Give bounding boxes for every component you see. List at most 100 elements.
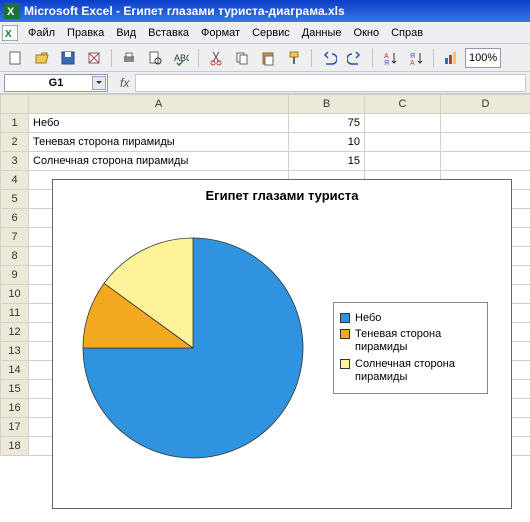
cell[interactable]: 75 [289, 114, 365, 133]
row-header[interactable]: 15 [1, 380, 29, 399]
titlebar: X Microsoft Excel - Египет глазами турис… [0, 0, 530, 22]
menu-help[interactable]: Справ [385, 25, 429, 41]
cell[interactable]: Солнечная сторона пирамиды [29, 152, 289, 171]
menu-window[interactable]: Окно [348, 25, 386, 41]
toolbar-separator [198, 49, 199, 67]
legend-item: Небо [340, 312, 481, 325]
svg-text:X: X [7, 6, 15, 18]
legend-label: Небо [355, 312, 381, 325]
pie-plot [53, 208, 333, 488]
legend-label: Солнечная сторона пирамиды [355, 358, 481, 384]
copy-icon[interactable] [230, 47, 254, 69]
sort-asc-icon[interactable]: АЯ [378, 47, 402, 69]
cell[interactable] [441, 152, 530, 171]
spellcheck-icon[interactable]: ABC [169, 47, 193, 69]
cell[interactable]: Теневая сторона пирамиды [29, 133, 289, 152]
permissions-icon[interactable] [82, 47, 106, 69]
row-header[interactable]: 13 [1, 342, 29, 361]
svg-text:Я: Я [410, 53, 415, 60]
svg-text:А: А [384, 53, 389, 60]
row-header[interactable]: 4 [1, 171, 29, 190]
row-header[interactable]: 11 [1, 304, 29, 323]
embedded-chart[interactable]: Египет глазами туриста Небо Теневая стор… [52, 179, 512, 509]
col-header-B[interactable]: B [289, 95, 365, 114]
cell[interactable]: 15 [289, 152, 365, 171]
toolbar-separator [433, 49, 434, 67]
menu-format[interactable]: Формат [195, 25, 246, 41]
row-header[interactable]: 10 [1, 285, 29, 304]
row-header[interactable]: 16 [1, 399, 29, 418]
app-title: Microsoft Excel [24, 4, 113, 18]
cell-reference: G1 [49, 77, 64, 89]
row-header[interactable]: 6 [1, 209, 29, 228]
legend-label: Теневая сторона пирамиды [355, 328, 481, 354]
excel-app-icon: X [4, 3, 20, 19]
print-icon[interactable] [117, 47, 141, 69]
cell[interactable] [365, 114, 441, 133]
new-doc-icon[interactable] [4, 47, 28, 69]
select-all-corner[interactable] [1, 95, 29, 114]
name-box[interactable]: G1 [4, 74, 108, 92]
row-header[interactable]: 12 [1, 323, 29, 342]
format-painter-icon[interactable] [282, 47, 306, 69]
chart-body: Небо Теневая сторона пирамиды Солнечная … [53, 203, 511, 493]
cell[interactable] [441, 114, 530, 133]
legend-swatch [340, 359, 350, 369]
svg-text:Я: Я [384, 60, 389, 66]
legend-swatch [340, 329, 350, 339]
cell[interactable]: 10 [289, 133, 365, 152]
col-header-A[interactable]: A [29, 95, 289, 114]
row-header[interactable]: 7 [1, 228, 29, 247]
menu-file[interactable]: Файл [22, 25, 61, 41]
legend-swatch [340, 313, 350, 323]
menu-data[interactable]: Данные [296, 25, 348, 41]
cell[interactable] [365, 152, 441, 171]
open-icon[interactable] [30, 47, 54, 69]
cell[interactable]: Небо [29, 114, 289, 133]
title-sep: - [113, 4, 124, 18]
svg-text:А: А [410, 60, 415, 66]
row-header[interactable]: 8 [1, 247, 29, 266]
cell[interactable] [365, 133, 441, 152]
paste-icon[interactable] [256, 47, 280, 69]
fx-label[interactable]: fx [120, 76, 129, 90]
row-header[interactable]: 5 [1, 190, 29, 209]
legend-item: Теневая сторона пирамиды [340, 328, 481, 354]
row-header[interactable]: 9 [1, 266, 29, 285]
toolbar-separator [111, 49, 112, 67]
namebox-dropdown-icon[interactable] [92, 76, 106, 90]
row-header[interactable]: 3 [1, 152, 29, 171]
excel-doc-icon: X [2, 25, 18, 41]
sheet-area: A B C D 1 Небо 75 2 Теневая сторона пира… [0, 94, 530, 522]
legend-item: Солнечная сторона пирамиды [340, 358, 481, 384]
row-header[interactable]: 2 [1, 133, 29, 152]
formula-input[interactable] [135, 74, 526, 92]
toolbar-separator [311, 49, 312, 67]
row-header[interactable]: 18 [1, 437, 29, 456]
chart-legend: Небо Теневая сторона пирамиды Солнечная … [333, 302, 488, 394]
zoom-box[interactable]: 100% [465, 48, 501, 68]
pie-chart-svg [73, 228, 313, 468]
save-icon[interactable] [56, 47, 80, 69]
cell[interactable] [441, 133, 530, 152]
col-header-C[interactable]: C [365, 95, 441, 114]
undo-icon[interactable] [317, 47, 341, 69]
cut-icon[interactable] [204, 47, 228, 69]
menu-service[interactable]: Сервис [246, 25, 296, 41]
row-header[interactable]: 14 [1, 361, 29, 380]
print-preview-icon[interactable] [143, 47, 167, 69]
menu-view[interactable]: Вид [110, 25, 142, 41]
col-header-D[interactable]: D [441, 95, 530, 114]
row-header[interactable]: 1 [1, 114, 29, 133]
menubar: X Файл Правка Вид Вставка Формат Сервис … [0, 22, 530, 44]
redo-icon[interactable] [343, 47, 367, 69]
menu-insert[interactable]: Вставка [142, 25, 195, 41]
chart-title: Египет глазами туриста [53, 188, 511, 203]
toolbar-separator [372, 49, 373, 67]
menu-edit[interactable]: Правка [61, 25, 110, 41]
sort-desc-icon[interactable]: ЯА [404, 47, 428, 69]
zoom-value: 100% [469, 52, 497, 64]
chart-wizard-icon[interactable] [439, 47, 463, 69]
doc-title: Египет глазами туриста-диаграма.xls [123, 4, 344, 18]
row-header[interactable]: 17 [1, 418, 29, 437]
